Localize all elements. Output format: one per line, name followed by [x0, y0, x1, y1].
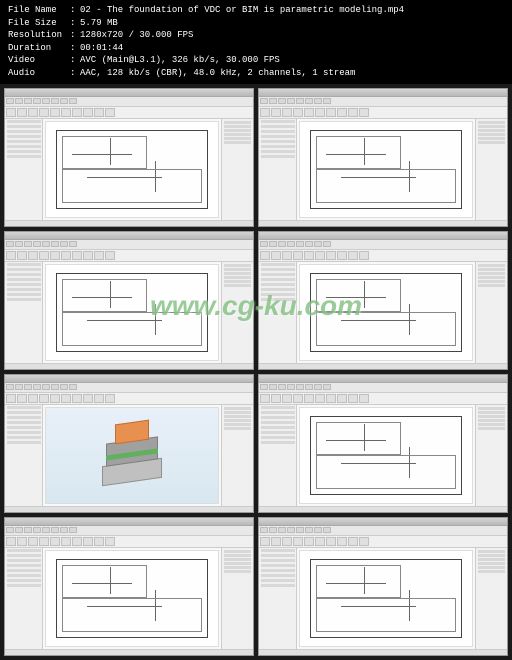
- building-3d-model: [89, 422, 175, 489]
- floorplan-drawing: [56, 130, 208, 209]
- separator: :: [70, 54, 80, 67]
- filesize-value: 5.79 MB: [80, 17, 118, 30]
- app-toolbar: [259, 240, 507, 250]
- video-label: Video: [8, 54, 70, 67]
- app-sidebar: [259, 405, 297, 506]
- app-titlebar: [5, 232, 253, 240]
- filesize-label: File Size: [8, 17, 70, 30]
- video-thumbnail: [4, 374, 254, 513]
- audio-label: Audio: [8, 67, 70, 80]
- app-toolbar: [5, 97, 253, 107]
- app-sidebar: [5, 405, 43, 506]
- filename-value: 02 - The foundation of VDC or BIM is par…: [80, 4, 404, 17]
- app-sidebar: [5, 548, 43, 649]
- filename-label: File Name: [8, 4, 70, 17]
- app-statusbar: [5, 363, 253, 369]
- app-palette: [475, 405, 507, 506]
- video-thumbnail: [4, 231, 254, 370]
- thumbnail-grid: [0, 84, 512, 660]
- app-toolbar: [259, 526, 507, 536]
- app-ribbon: [259, 107, 507, 119]
- app-palette: [475, 548, 507, 649]
- app-statusbar: [259, 506, 507, 512]
- app-ribbon: [259, 393, 507, 405]
- app-titlebar: [259, 518, 507, 526]
- separator: :: [70, 17, 80, 30]
- app-titlebar: [259, 232, 507, 240]
- app-statusbar: [259, 649, 507, 655]
- app-titlebar: [5, 518, 253, 526]
- app-titlebar: [259, 89, 507, 97]
- duration-value: 00:01:44: [80, 42, 123, 55]
- drawing-canvas: [299, 407, 473, 504]
- app-palette: [221, 119, 253, 220]
- video-thumbnail: [258, 231, 508, 370]
- duration-label: Duration: [8, 42, 70, 55]
- drawing-canvas: [45, 550, 219, 647]
- app-ribbon: [5, 393, 253, 405]
- video-thumbnail: [4, 517, 254, 656]
- separator: :: [70, 4, 80, 17]
- audio-value: AAC, 128 kb/s (CBR), 48.0 kHz, 2 channel…: [80, 67, 355, 80]
- app-statusbar: [259, 363, 507, 369]
- drawing-canvas: [45, 121, 219, 218]
- separator: :: [70, 67, 80, 80]
- resolution-value: 1280x720 / 30.000 FPS: [80, 29, 193, 42]
- app-statusbar: [5, 506, 253, 512]
- app-ribbon: [5, 250, 253, 262]
- app-ribbon: [259, 250, 507, 262]
- app-toolbar: [259, 97, 507, 107]
- floorplan-drawing: [310, 559, 462, 638]
- app-titlebar: [5, 375, 253, 383]
- app-toolbar: [5, 526, 253, 536]
- app-toolbar: [5, 383, 253, 393]
- app-statusbar: [5, 649, 253, 655]
- drawing-canvas: [299, 264, 473, 361]
- video-value: AVC (Main@L3.1), 326 kb/s, 30.000 FPS: [80, 54, 280, 67]
- floorplan-drawing: [56, 559, 208, 638]
- app-toolbar: [5, 240, 253, 250]
- app-sidebar: [259, 262, 297, 363]
- drawing-canvas: [45, 264, 219, 361]
- app-palette: [475, 262, 507, 363]
- separator: :: [70, 29, 80, 42]
- resolution-label: Resolution: [8, 29, 70, 42]
- app-palette: [221, 548, 253, 649]
- drawing-canvas: [299, 550, 473, 647]
- app-toolbar: [259, 383, 507, 393]
- separator: :: [70, 42, 80, 55]
- app-sidebar: [5, 262, 43, 363]
- app-titlebar: [259, 375, 507, 383]
- app-sidebar: [259, 119, 297, 220]
- drawing-canvas: [299, 121, 473, 218]
- app-sidebar: [5, 119, 43, 220]
- app-statusbar: [5, 220, 253, 226]
- app-ribbon: [5, 107, 253, 119]
- app-statusbar: [259, 220, 507, 226]
- 3d-viewport: [45, 407, 219, 504]
- floorplan-drawing: [310, 130, 462, 209]
- app-titlebar: [5, 89, 253, 97]
- video-thumbnail: [4, 88, 254, 227]
- video-thumbnail: [258, 517, 508, 656]
- video-thumbnail: [258, 374, 508, 513]
- app-palette: [221, 262, 253, 363]
- app-ribbon: [5, 536, 253, 548]
- video-thumbnail: [258, 88, 508, 227]
- media-info-header: File Name : 02 - The foundation of VDC o…: [0, 0, 512, 84]
- floorplan-drawing: [310, 416, 462, 495]
- app-palette: [221, 405, 253, 506]
- app-palette: [475, 119, 507, 220]
- floorplan-drawing: [310, 273, 462, 352]
- floorplan-drawing: [56, 273, 208, 352]
- app-ribbon: [259, 536, 507, 548]
- app-sidebar: [259, 548, 297, 649]
